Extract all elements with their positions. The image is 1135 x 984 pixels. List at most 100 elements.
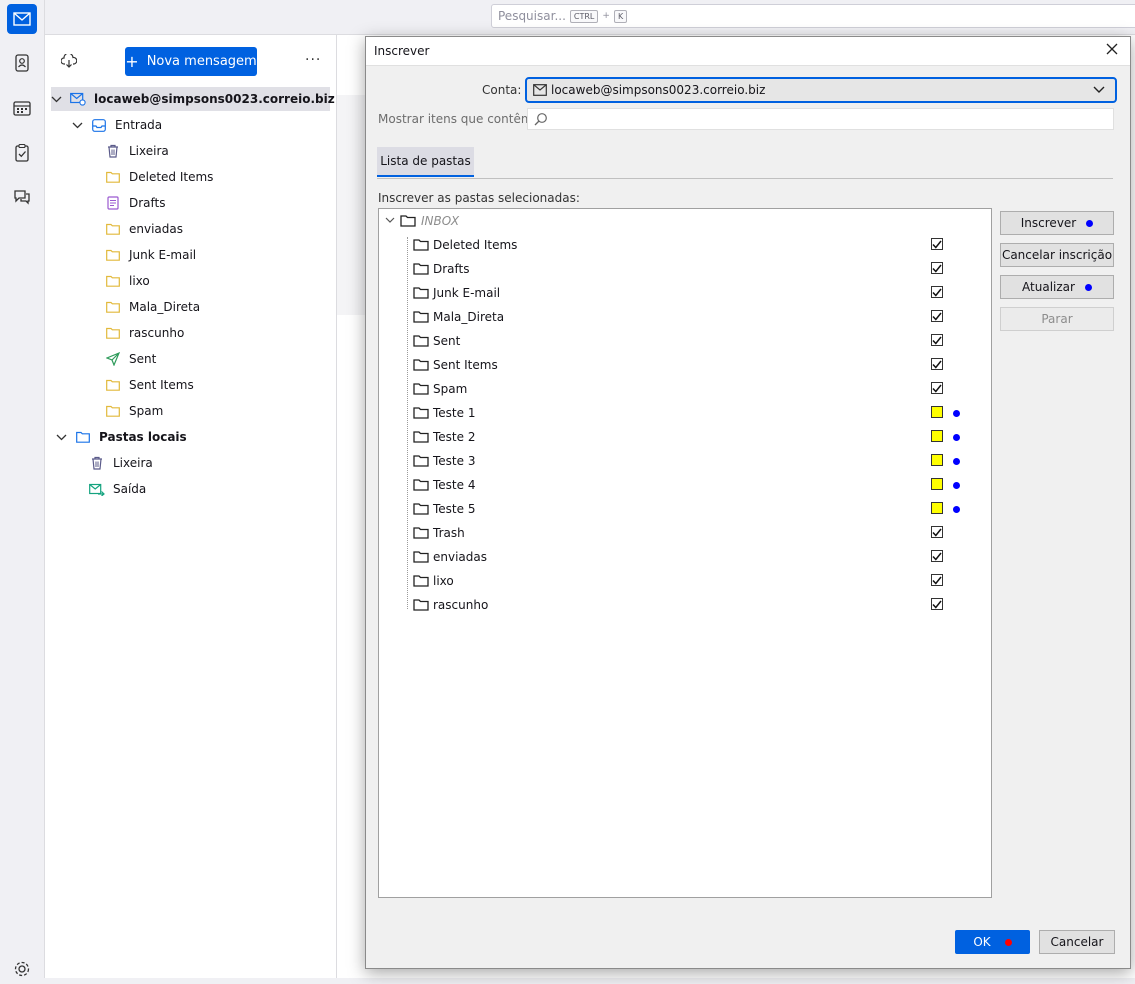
folder-icon	[105, 221, 121, 237]
folder-label: Sent Items	[129, 378, 194, 392]
tree-row[interactable]: Drafts	[379, 257, 991, 281]
folder-row[interactable]: Sent	[105, 347, 330, 371]
local-folder-row[interactable]: Saída	[89, 477, 330, 501]
folder-icon	[105, 403, 121, 419]
more-options-button[interactable]: ···	[305, 52, 321, 68]
close-icon[interactable]	[1106, 43, 1118, 55]
account-row[interactable]: locaweb@simpsons0023.correio.biz	[51, 87, 335, 111]
tree-row[interactable]: enviadas	[379, 545, 991, 569]
subscribe-checkbox[interactable]	[931, 406, 943, 418]
subscribe-checkbox[interactable]	[931, 358, 943, 370]
subscribe-checkbox[interactable]	[931, 550, 943, 562]
tree-folder-name: Spam	[433, 382, 468, 396]
chevron-down-icon[interactable]	[55, 434, 67, 441]
tree-row[interactable]: rascunho	[379, 593, 991, 617]
marker-dot	[1004, 938, 1012, 946]
mail-icon[interactable]	[7, 4, 37, 34]
marker-dot	[953, 506, 960, 513]
tree-row-root[interactable]: INBOX	[379, 209, 991, 233]
subscribe-button[interactable]: Inscrever	[1000, 211, 1114, 235]
chevron-down-icon	[1093, 86, 1105, 94]
folder-icon	[413, 502, 429, 515]
ok-button[interactable]: OK	[955, 930, 1030, 954]
folder-row[interactable]: Spam	[105, 399, 330, 423]
subscribe-checkbox[interactable]	[931, 430, 943, 442]
folder-row-inbox[interactable]: Entrada	[71, 113, 330, 137]
chevron-down-icon[interactable]	[385, 217, 395, 224]
sent-icon	[105, 351, 121, 367]
folder-subscription-tree[interactable]: INBOX Deleted Items Drafts Junk E-mail Mala…	[378, 208, 992, 898]
tree-row[interactable]: Teste 2	[379, 425, 991, 449]
refresh-label: Atualizar	[1022, 280, 1075, 294]
folder-label: Sent	[129, 352, 157, 366]
folder-row[interactable]: rascunho	[105, 321, 330, 345]
drafts-icon	[105, 195, 121, 211]
subscribe-checkbox[interactable]	[931, 334, 943, 346]
subscribe-checkbox[interactable]	[931, 454, 943, 466]
search-input[interactable]: Pesquisar... CTRL + K	[491, 4, 1135, 28]
subscribe-checkbox[interactable]	[931, 262, 943, 274]
tree-row[interactable]: Teste 5	[379, 497, 991, 521]
folder-label: Lixeira	[113, 456, 153, 470]
tree-folder-name: Teste 2	[433, 430, 476, 444]
folder-icon	[413, 598, 429, 611]
address-book-icon[interactable]	[7, 48, 37, 78]
folder-row[interactable]: lixo	[105, 269, 330, 293]
tree-folder-name: Sent Items	[433, 358, 498, 372]
unsubscribe-label: Cancelar inscrição	[1001, 248, 1113, 262]
folder-icon	[413, 526, 429, 539]
subscribe-checkbox[interactable]	[931, 382, 943, 394]
new-message-button[interactable]: + Nova mensagem	[125, 47, 257, 76]
tree-row[interactable]: Mala_Direta	[379, 305, 991, 329]
local-folder-icon	[75, 429, 91, 445]
chat-icon[interactable]	[7, 182, 37, 212]
subscribe-checkbox[interactable]	[931, 286, 943, 298]
tree-row[interactable]: Spam	[379, 377, 991, 401]
tree-row[interactable]: Sent Items	[379, 353, 991, 377]
tree-row[interactable]: Teste 4	[379, 473, 991, 497]
tree-row[interactable]: Sent	[379, 329, 991, 353]
refresh-button[interactable]: Atualizar	[1000, 275, 1114, 299]
subscribe-checkbox[interactable]	[931, 598, 943, 610]
cancel-button[interactable]: Cancelar	[1039, 930, 1115, 954]
unsubscribe-button[interactable]: Cancelar inscrição	[1000, 243, 1114, 267]
calendar-icon[interactable]	[7, 93, 37, 123]
chevron-down-icon[interactable]	[71, 122, 83, 129]
get-messages-icon[interactable]	[61, 54, 77, 68]
folder-row[interactable]: enviadas	[105, 217, 330, 241]
tree-row[interactable]: Teste 3	[379, 449, 991, 473]
folder-icon	[413, 262, 429, 275]
tree-folder-name: Mala_Direta	[433, 310, 505, 324]
tree-row[interactable]: Teste 1	[379, 401, 991, 425]
folder-row[interactable]: Junk E-mail	[105, 243, 330, 267]
subscribe-checkbox[interactable]	[931, 478, 943, 490]
account-select[interactable]: locaweb@simpsons0023.correio.biz	[525, 77, 1117, 103]
folder-row[interactable]: Lixeira	[105, 139, 330, 163]
stop-button[interactable]: Parar	[1000, 307, 1114, 331]
tree-row[interactable]: Junk E-mail	[379, 281, 991, 305]
folder-row[interactable]: Mala_Direta	[105, 295, 330, 319]
account-value: locaweb@simpsons0023.correio.biz	[551, 83, 766, 97]
local-folder-row[interactable]: Lixeira	[89, 451, 330, 475]
subscribe-checkbox[interactable]	[931, 310, 943, 322]
tree-row[interactable]: Deleted Items	[379, 233, 991, 257]
tasks-icon[interactable]	[7, 138, 37, 168]
filter-input[interactable]	[527, 108, 1114, 130]
tree-row[interactable]: lixo	[379, 569, 991, 593]
tree-folder-name: Teste 1	[433, 406, 476, 420]
subscribe-checkbox[interactable]	[931, 502, 943, 514]
tab-folder-list[interactable]: Lista de pastas	[377, 147, 474, 177]
chevron-down-icon[interactable]	[51, 96, 62, 103]
folder-row[interactable]: Sent Items	[105, 373, 330, 397]
folder-row[interactable]: Drafts	[105, 191, 330, 215]
subscribe-checkbox[interactable]	[931, 574, 943, 586]
subscribe-checkbox[interactable]	[931, 526, 943, 538]
stop-label: Parar	[1041, 312, 1073, 326]
folder-row[interactable]: Deleted Items	[105, 165, 330, 189]
folder-label: lixo	[129, 274, 150, 288]
settings-icon[interactable]	[7, 954, 37, 984]
subscribe-checkbox[interactable]	[931, 238, 943, 250]
tree-row[interactable]: Trash	[379, 521, 991, 545]
local-folders-row[interactable]: Pastas locais	[55, 425, 330, 449]
folder-label: Mala_Direta	[129, 300, 201, 314]
